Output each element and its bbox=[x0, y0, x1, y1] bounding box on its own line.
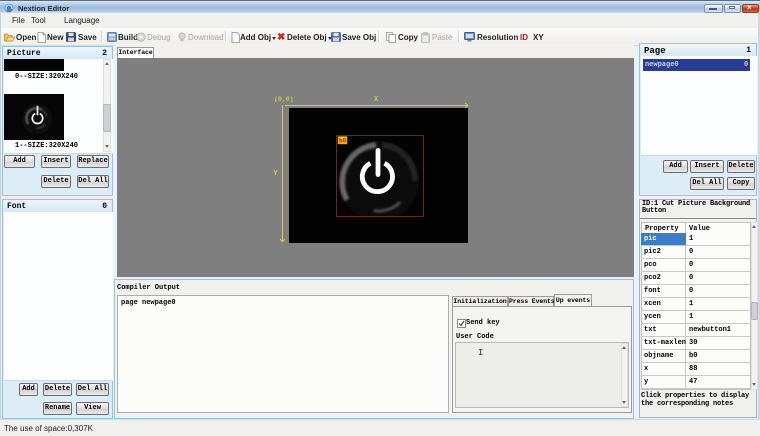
svg-text:b0: b0 bbox=[339, 138, 347, 145]
